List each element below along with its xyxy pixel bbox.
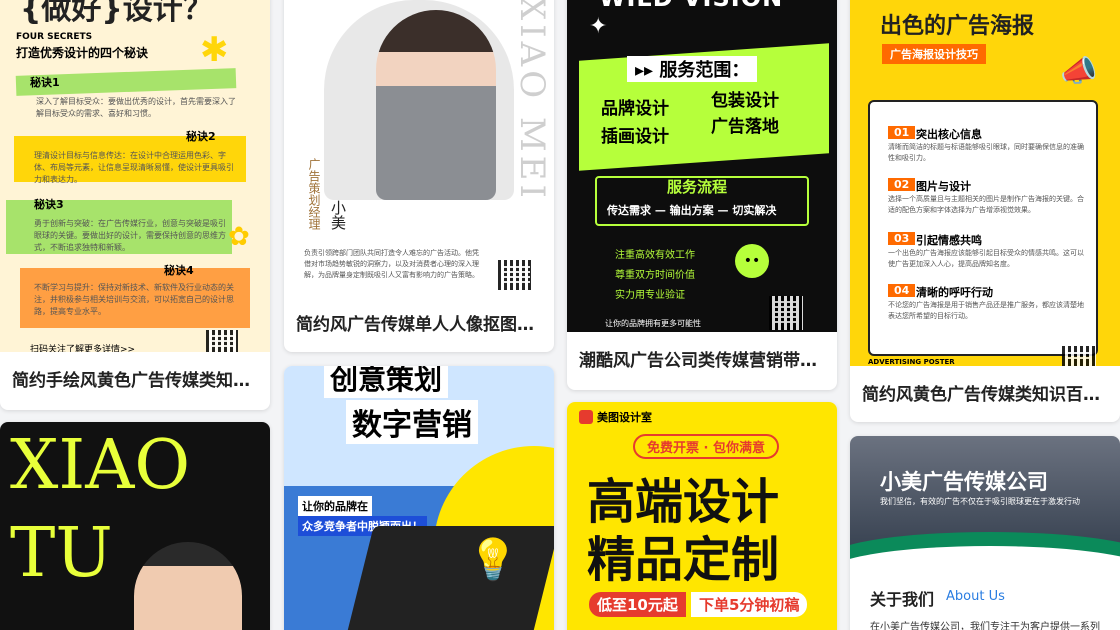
section-title: 关于我们 xyxy=(870,590,935,609)
poster-headline-2: TU xyxy=(10,514,113,593)
person-name: 小美 xyxy=(329,200,347,230)
role-title: 广告策划经理 xyxy=(307,158,321,230)
poster-subtitle: 我们坚信，有效的广告不仅在于吸引眼球更在于激发行动 xyxy=(880,497,1080,506)
item-text: 清晰而简洁的标题与标语能够吸引眼球，同时要确保信息的准确性和吸引力。 xyxy=(888,143,1084,162)
scope-title-text: 服务范围： xyxy=(659,60,750,81)
tip-text: 深入了解目标受众：要做出优秀的设计，首先需要深入了解目标受众的需求、喜好和习惯。 xyxy=(36,97,236,118)
tip-label: 秘诀2 xyxy=(186,130,216,143)
tip-label: 秘诀1 xyxy=(30,76,60,89)
template-thumbnail[interactable]: WILD VISION ✦ ▸▸ 服务范围： 品牌设计 包装设计 插画设计 广告… xyxy=(567,0,837,332)
poster-headline: 创意策划 xyxy=(324,366,449,398)
item-title: 图片与设计 xyxy=(916,180,971,193)
person-photo xyxy=(376,10,496,200)
item-number: 01 xyxy=(888,126,916,139)
service-item: 包装设计 xyxy=(711,91,779,111)
brand-logo: 美图设计室 xyxy=(597,411,652,424)
poster-eng: FOUR SECRETS xyxy=(16,32,93,42)
poster-headline: WILD VISION xyxy=(599,0,783,12)
sparkle-icon: ✦ xyxy=(589,14,608,39)
template-card[interactable]: 创意策划 数字营销 让你的品牌在 众多竞争者中脱颖而出！ 💡 xyxy=(284,366,554,630)
template-card[interactable]: XIAO TU xyxy=(0,422,270,630)
tip-label: 秘诀4 xyxy=(164,264,194,277)
qr-code xyxy=(498,260,534,290)
person-photo xyxy=(134,542,242,630)
template-card[interactable]: 小美广告传媒公司 我们坚信，有效的广告不仅在于吸引眼球更在于激发行动 关于我们 … xyxy=(850,436,1120,630)
logo-icon xyxy=(579,410,593,424)
service-item: 品牌设计 xyxy=(601,99,669,119)
template-thumbnail[interactable]: 美图设计室 免费开票 · 包你满意 高端设计 精品定制 低至10元起 下单5分钟… xyxy=(567,402,837,630)
template-card[interactable]: {做好}设计？ FOUR SECRETS 打造优秀设计的四个秘诀 ✱ 秘诀1 深… xyxy=(0,0,270,410)
template-thumbnail[interactable]: XIAO TU xyxy=(0,422,270,630)
template-thumbnail[interactable]: 创意策划 数字营销 让你的品牌在 众多竞争者中脱颖而出！ 💡 xyxy=(284,366,554,630)
bullet-item: 尊重双方时间价值 xyxy=(615,270,695,281)
item-title: 清晰的呼吁行动 xyxy=(916,286,993,299)
smiley-icon: •• xyxy=(735,244,769,278)
poster-headline: 小美广告传媒公司 xyxy=(880,470,1048,494)
megaphone-icon: 📣 xyxy=(1060,54,1098,89)
poster-headline: 出色的广告海报 xyxy=(880,14,1035,39)
template-title[interactable]: 简约风黄色广告传媒类知识百科小红书配图 xyxy=(862,380,1108,405)
section-body: 在小美广告传媒公司，我们专注于为客户提供一系列 xyxy=(870,622,1100,630)
poster-headline-2: 精品定制 xyxy=(587,532,780,588)
poster-headline: XIAO xyxy=(10,426,191,505)
template-title[interactable]: 简约手绘风黄色广告传媒类知识百科小红书配图 xyxy=(12,366,258,391)
tag-pill: 广告海报设计技巧 xyxy=(882,44,986,64)
item-text: 选择一个高质量且与主题相关的图片是制作广告海报的关键。合适的配色方案和字体选择为… xyxy=(888,195,1084,214)
service-item: 广告落地 xyxy=(711,117,779,137)
promise-label: 下单5分钟初稿 xyxy=(691,592,808,617)
item-text: 一个出色的广告海报应该能够引起目标受众的情感共鸣。这可以使广告更加深入人心，提高… xyxy=(888,249,1084,268)
tip-text: 不断学习与提升：保持对新技术、新软件及行业动态的关注，并积极参与相关培训与交流，… xyxy=(34,283,234,316)
poster-footer: 扫码关注了解更多详情>> xyxy=(30,345,136,352)
bubble-text: 让你的品牌在 xyxy=(298,496,372,516)
poster-subtitle: 打造优秀设计的四个秘诀 xyxy=(16,46,149,60)
scope-title: ▸▸ 服务范围： xyxy=(627,56,758,82)
qr-code xyxy=(1062,346,1096,366)
qr-code xyxy=(206,330,238,352)
item-title: 引起情感共鸣 xyxy=(916,234,982,247)
template-title[interactable]: 简约风广告传媒单人人像抠图海报 xyxy=(296,310,542,335)
item-title: 突出核心信息 xyxy=(916,128,982,141)
promo-pill: 免费开票 · 包你满意 xyxy=(633,434,779,459)
service-item: 插画设计 xyxy=(601,127,669,147)
tip-label: 秘诀3 xyxy=(34,198,64,211)
poster-footer: ADVERTISING POSTER xyxy=(868,358,955,366)
star-icon: ✱ xyxy=(200,30,229,70)
bullet-item: 实力用专业验证 xyxy=(615,290,685,301)
template-title[interactable]: 潮酷风广告公司类传媒营销带货小红书配图 xyxy=(579,346,825,371)
section-title-en: About Us xyxy=(946,589,1005,604)
template-card[interactable]: 美图设计室 免费开票 · 包你满意 高端设计 精品定制 低至10元起 下单5分钟… xyxy=(567,402,837,630)
template-card[interactable]: XIAO MEI 广告策划经理 小美 负责引领跨部门团队共同打造令人难忘的广告活… xyxy=(284,0,554,352)
item-text: 不论您的广告海报是用于销售产品还是推广服务，都应该清楚地表达您所希望的目标行动。 xyxy=(888,301,1084,320)
item-number: 02 xyxy=(888,178,916,191)
template-thumbnail[interactable]: 出色的广告海报 广告海报设计技巧 📣 01 突出核心信息 清晰而简洁的标题与标语… xyxy=(850,0,1120,366)
flow-steps: 传达需求 — 输出方案 — 切实解决 xyxy=(607,204,777,217)
template-thumbnail[interactable]: {做好}设计？ FOUR SECRETS 打造优秀设计的四个秘诀 ✱ 秘诀1 深… xyxy=(0,0,270,352)
bio-text: 负责引领跨部门团队共同打造令人难忘的广告活动。他凭借对市场趋势敏锐的洞察力，以及… xyxy=(304,249,479,279)
template-grid: {做好}设计？ FOUR SECRETS 打造优秀设计的四个秘诀 ✱ 秘诀1 深… xyxy=(0,0,1120,630)
template-thumbnail[interactable]: XIAO MEI 广告策划经理 小美 负责引领跨部门团队共同打造令人难忘的广告活… xyxy=(284,0,554,296)
flow-title: 服务流程 xyxy=(667,178,728,196)
vertical-name: XIAO MEI xyxy=(512,0,552,202)
item-number: 04 xyxy=(888,284,916,297)
tip-text: 勇于创新与突破：在广告传媒行业，创意与突破是吸引眼球的关键。要做出好的设计，需要… xyxy=(34,219,226,252)
laptop-image xyxy=(346,526,554,630)
tip-text: 理清设计目标与信息传达：在设计中合理运用色彩、字体、布局等元素，让信息呈现清晰易… xyxy=(34,151,234,184)
item-number: 03 xyxy=(888,232,916,245)
qr-code xyxy=(769,296,803,330)
poster-headline: {做好}设计？ xyxy=(20,0,213,27)
bullet-item: 注重高效有效工作 xyxy=(615,250,695,261)
price-label: 低至10元起 xyxy=(589,592,686,617)
template-thumbnail[interactable]: 小美广告传媒公司 我们坚信，有效的广告不仅在于吸引眼球更在于激发行动 关于我们 … xyxy=(850,436,1120,630)
template-card[interactable]: WILD VISION ✦ ▸▸ 服务范围： 品牌设计 包装设计 插画设计 广告… xyxy=(567,0,837,390)
poster-footer: 让你的品牌拥有更多可能性 xyxy=(605,319,701,328)
bulb-icon: 💡 xyxy=(468,537,518,583)
poster-headline-2: 数字营销 xyxy=(346,400,478,444)
template-card[interactable]: 出色的广告海报 广告海报设计技巧 📣 01 突出核心信息 清晰而简洁的标题与标语… xyxy=(850,0,1120,422)
flower-icon: ✿ xyxy=(228,222,250,252)
